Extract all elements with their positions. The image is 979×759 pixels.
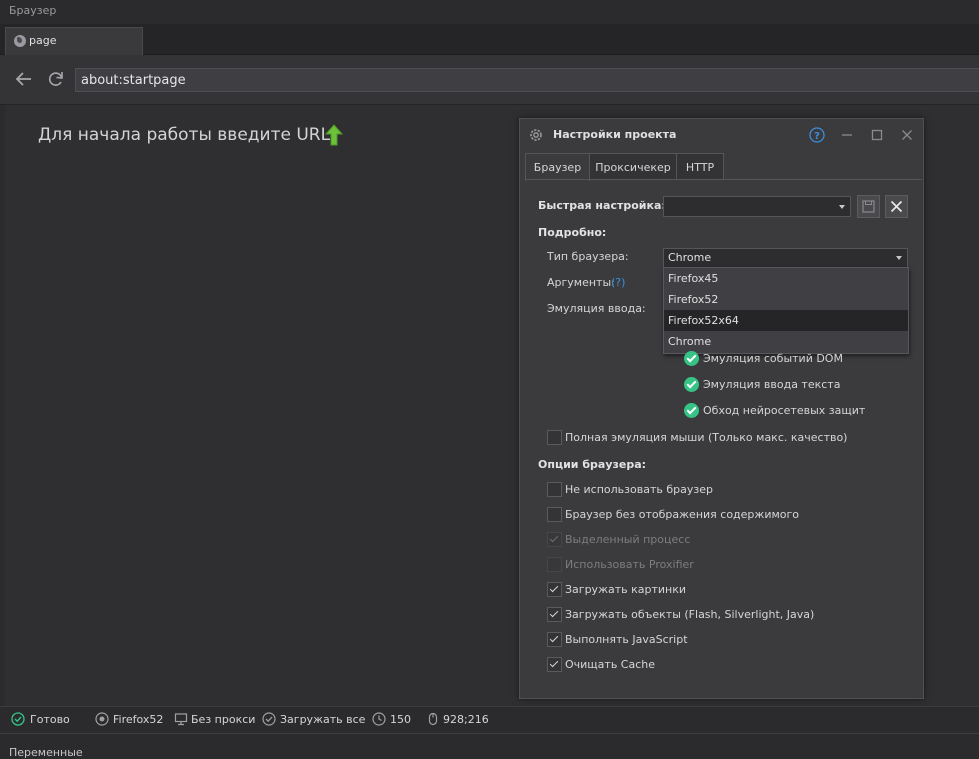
close-icon — [890, 200, 903, 213]
back-arrow-icon[interactable] — [14, 69, 34, 89]
dedicated-process-checkbox — [547, 532, 562, 547]
tab-http[interactable]: HTTP — [676, 153, 724, 180]
monitor-icon — [174, 713, 188, 726]
load-objects-label: Загружать объекты (Flash, Silverlight, J… — [565, 608, 815, 621]
status-browser[interactable]: Firefox52 — [113, 713, 163, 726]
project-settings-panel: Настройки проекта ? Браузер Проксичекер … — [519, 118, 924, 699]
window-titlebar: Браузер — [0, 0, 979, 24]
tab-browser-label: Браузер — [533, 161, 582, 174]
dropdown-option[interactable]: Firefox45 — [664, 268, 908, 289]
proxifier-label: Использовать Proxifier — [565, 558, 694, 571]
up-arrow-icon — [325, 124, 343, 146]
clear-cache-checkbox[interactable] — [547, 657, 562, 672]
no-browser-label: Не использовать браузер — [565, 483, 713, 496]
start-message: Для начала работы введите URL — [38, 125, 331, 145]
chevron-down-icon — [896, 256, 902, 260]
status-load[interactable]: Загружать все — [280, 713, 365, 726]
details-label: Подробно: — [538, 226, 607, 239]
load-images-checkbox[interactable] — [547, 582, 562, 597]
dom-events-check-icon[interactable] — [684, 351, 699, 366]
quick-setup-label: Быстрая настройка: — [538, 199, 666, 212]
clear-cache-label: Очищать Cache — [565, 658, 656, 671]
headless-checkbox[interactable] — [547, 507, 562, 522]
neural-bypass-label: Обход нейросетевых защит — [703, 404, 866, 417]
svg-text:?: ? — [814, 131, 820, 142]
tab-label: page — [29, 34, 57, 47]
panel-title: Настройки проекта — [553, 128, 677, 141]
dropdown-option-label: Chrome — [668, 335, 712, 348]
text-input-label: Эмуляция ввода текста — [703, 378, 841, 391]
clear-preset-button[interactable] — [885, 195, 908, 218]
neural-bypass-check-icon[interactable] — [684, 403, 699, 418]
window-title: Браузер — [9, 4, 57, 17]
reload-icon[interactable] — [46, 69, 66, 89]
dropdown-option-label: Firefox45 — [668, 272, 719, 285]
chevron-down-icon — [839, 205, 845, 209]
status-bar: Готово Firefox52 Без прокси Загружать вс… — [0, 706, 979, 733]
help-icon[interactable]: ? — [809, 127, 825, 143]
headless-label: Браузер без отображения содержимого — [565, 508, 800, 521]
tab-proxychecker[interactable]: Проксичекер — [589, 153, 677, 180]
tab-divider — [525, 179, 922, 180]
run-javascript-label: Выполнять JavaScript — [565, 633, 688, 646]
variables-panel-header[interactable]: Переменные — [0, 733, 979, 759]
status-proxy[interactable]: Без прокси — [191, 713, 255, 726]
load-check-icon — [262, 712, 276, 726]
address-bar[interactable] — [75, 68, 979, 92]
proxifier-checkbox — [547, 557, 562, 572]
dropdown-option-label: Firefox52x64 — [668, 314, 739, 327]
tab-strip: page — [0, 24, 979, 55]
no-browser-checkbox[interactable] — [547, 482, 562, 497]
status-ready: Готово — [30, 713, 70, 726]
arguments-help-link[interactable]: (?) — [611, 276, 625, 289]
status-coords: 928;216 — [443, 713, 489, 726]
dom-events-label: Эмуляция событий DOM — [703, 352, 843, 365]
browser-type-select[interactable]: Chrome — [663, 248, 908, 268]
input-emulation-label: Эмуляция ввода: — [547, 302, 646, 315]
load-images-label: Загружать картинки — [565, 583, 687, 596]
minimize-icon[interactable] — [839, 127, 855, 143]
tab-proxychecker-label: Проксичекер — [595, 161, 671, 174]
ready-check-icon — [11, 712, 25, 726]
full-mouse-emulation-checkbox[interactable] — [547, 430, 562, 445]
gear-icon — [530, 129, 542, 141]
mouse-icon — [428, 712, 438, 726]
quick-setup-select[interactable] — [663, 196, 851, 217]
status-timeout[interactable]: 150 — [390, 713, 411, 726]
url-input[interactable] — [76, 69, 681, 91]
globe-icon — [14, 35, 26, 47]
save-preset-button[interactable] — [857, 195, 880, 218]
close-icon[interactable] — [899, 127, 915, 143]
clock-icon — [372, 712, 386, 726]
browser-icon — [95, 712, 109, 726]
maximize-icon[interactable] — [869, 127, 885, 143]
browser-type-label: Тип браузера: — [547, 250, 629, 263]
arguments-label: Аргументы: — [547, 276, 615, 289]
text-input-check-icon[interactable] — [684, 377, 699, 392]
tab-http-label: HTTP — [685, 161, 715, 174]
panel-header: Настройки проекта ? — [520, 119, 923, 151]
full-mouse-emulation-label: Полная эмуляция мыши (Только макс. качес… — [565, 431, 848, 444]
variables-label: Переменные — [9, 746, 83, 759]
browser-type-dropdown: Firefox45 Firefox52 Firefox52x64 Chrome — [663, 267, 909, 354]
dropdown-option-label: Firefox52 — [668, 293, 719, 306]
tab-browser[interactable]: Браузер — [525, 153, 590, 181]
load-objects-checkbox[interactable] — [547, 607, 562, 622]
run-javascript-checkbox[interactable] — [547, 632, 562, 647]
dropdown-option[interactable]: Firefox52 — [664, 289, 908, 310]
dropdown-option[interactable]: Chrome — [664, 331, 908, 352]
save-icon — [862, 200, 875, 213]
navigation-bar — [0, 55, 979, 105]
browser-type-value: Chrome — [668, 251, 712, 264]
dedicated-process-label: Выделенный процесс — [565, 533, 691, 546]
dropdown-option-highlighted[interactable]: Firefox52x64 — [664, 310, 908, 331]
browser-options-label: Опции браузера: — [538, 458, 647, 471]
tab-page[interactable]: page — [5, 27, 143, 55]
